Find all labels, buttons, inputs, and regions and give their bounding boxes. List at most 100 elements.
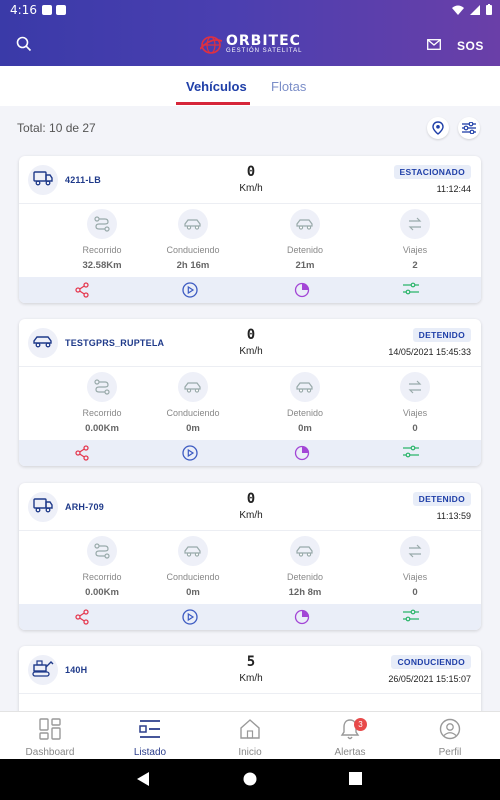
- sliders-icon: [403, 445, 419, 463]
- nav-perfil[interactable]: Perfil: [400, 718, 500, 758]
- status-time: 14/05/2021 15:45:33: [388, 347, 471, 357]
- share-icon: [74, 445, 90, 465]
- system-status-icons: [452, 4, 492, 15]
- speed-unit: Km/h: [239, 346, 263, 357]
- driving-car-icon: [178, 372, 208, 402]
- home-icon: [240, 719, 260, 739]
- speed-unit: Km/h: [239, 183, 263, 194]
- vehicle-card[interactable]: 4211-LB 0 Km/h ESTACIONADO 11:12:44 Recorrido…: [19, 156, 481, 303]
- card-divider: [19, 693, 481, 694]
- share-button[interactable]: [74, 282, 90, 298]
- active-tab-indicator: [176, 102, 250, 105]
- vehicle-avatar: [28, 655, 58, 685]
- vehicle-speed: 0: [246, 164, 256, 180]
- profile-icon: [439, 718, 461, 740]
- tab-flotas[interactable]: Flotas: [271, 79, 306, 94]
- nav-dashboard[interactable]: Dashboard: [0, 718, 100, 758]
- nav-listado[interactable]: Listado: [100, 718, 200, 758]
- status-time: 4:16: [10, 3, 37, 17]
- card-actions: [19, 604, 481, 630]
- play-icon: [182, 609, 198, 629]
- trips-icon: [400, 209, 430, 239]
- metric-value: 0m: [186, 587, 200, 598]
- brand-name: ORBITEC: [226, 33, 301, 49]
- system-navigation-bar: [0, 759, 500, 800]
- home-circle-icon[interactable]: [243, 772, 257, 786]
- driving-car-icon: [178, 209, 208, 239]
- vehicle-card[interactable]: ARH-709 0 Km/h DETENIDO 11:13:59 Recorrido 0.0…: [19, 483, 481, 630]
- metric-value: 0m: [298, 423, 312, 434]
- tab-vehiculos[interactable]: Vehículos: [186, 79, 247, 94]
- vehicle-plate: 4211-LB: [65, 175, 101, 185]
- nav-label: Alertas: [334, 747, 366, 758]
- metric-label: Detenido: [286, 245, 324, 255]
- metric-label: Recorrido: [82, 245, 122, 255]
- vehicle-avatar: [28, 328, 58, 358]
- trips-icon: [400, 372, 430, 402]
- search-icon[interactable]: [16, 36, 32, 52]
- status-time: 11:12:44: [436, 184, 471, 194]
- metric-recorrido: Recorrido 0.00Km: [52, 536, 152, 598]
- bottom-nav: Dashboard Listado Inicio 3 Alertas Perfi…: [0, 711, 500, 759]
- replay-button[interactable]: [182, 282, 198, 298]
- share-button[interactable]: [74, 609, 90, 625]
- machinery-icon: [32, 659, 54, 682]
- metric-value: 12h 8m: [288, 587, 322, 598]
- metric-conduciendo: Conduciendo 2h 16m: [143, 209, 243, 271]
- metric-label: Recorrido: [82, 572, 122, 582]
- nav-label: Dashboard: [25, 747, 75, 758]
- metric-recorrido: Recorrido 0.00Km: [52, 372, 152, 434]
- speed-unit: Km/h: [239, 673, 263, 684]
- settings-button[interactable]: [403, 609, 419, 625]
- vehicle-plate: 140H: [65, 665, 88, 675]
- replay-button[interactable]: [182, 609, 198, 625]
- sos-button[interactable]: SOS: [457, 39, 484, 53]
- metric-label: Detenido: [286, 408, 324, 418]
- map-view-button[interactable]: [427, 117, 449, 139]
- recents-icon[interactable]: [349, 772, 362, 785]
- metric-value: 32.58Km: [82, 260, 122, 271]
- nav-alertas[interactable]: 3 Alertas: [300, 718, 400, 758]
- trips-icon: [400, 536, 430, 566]
- metric-label: Viajes: [402, 408, 428, 418]
- vehicle-plate: ARH-709: [65, 502, 104, 512]
- vehicle-card[interactable]: TESTGPRS_RUPTELA 0 Km/h DETENIDO 14/05/2021 …: [19, 319, 481, 466]
- brand-logo: ORBITEC GESTIÓN SATELITAL: [200, 34, 302, 55]
- wifi-icon: [452, 5, 464, 15]
- filter-button[interactable]: [458, 117, 480, 139]
- replay-button[interactable]: [182, 445, 198, 461]
- status-bar: 4:16: [0, 0, 500, 22]
- pie-chart-icon: [294, 445, 310, 465]
- mail-icon[interactable]: [427, 39, 441, 50]
- total-count: Total: 10 de 27: [17, 121, 96, 135]
- driving-car-icon: [178, 536, 208, 566]
- share-button[interactable]: [74, 445, 90, 461]
- metric-label: Viajes: [402, 572, 428, 582]
- route-icon: [87, 372, 117, 402]
- report-button[interactable]: [294, 445, 310, 461]
- stopped-car-icon: [290, 209, 320, 239]
- metric-value: 0: [412, 423, 418, 434]
- sliders-icon: [462, 122, 476, 134]
- vehicle-plate: TESTGPRS_RUPTELA: [65, 338, 165, 348]
- settings-button[interactable]: [403, 445, 419, 461]
- metric-conduciendo: Conduciendo 0m: [143, 536, 243, 598]
- nav-label: Inicio: [238, 747, 262, 758]
- nav-label: Perfil: [438, 747, 462, 758]
- settings-button[interactable]: [403, 282, 419, 298]
- share-icon: [74, 609, 90, 629]
- report-button[interactable]: [294, 282, 310, 298]
- share-icon: [74, 282, 90, 302]
- metric-label: Viajes: [402, 245, 428, 255]
- app-bar: ORBITEC GESTIÓN SATELITAL SOS: [0, 22, 500, 66]
- metric-value: 21m: [295, 260, 315, 271]
- metric-value: 2: [412, 260, 418, 271]
- route-icon: [87, 209, 117, 239]
- speed-unit: Km/h: [239, 510, 263, 521]
- nav-inicio[interactable]: Inicio: [200, 718, 300, 758]
- back-icon[interactable]: [137, 772, 151, 786]
- report-button[interactable]: [294, 609, 310, 625]
- play-icon: [182, 445, 198, 465]
- status-time: 11:13:59: [436, 511, 471, 521]
- brand-subtitle: GESTIÓN SATELITAL: [226, 48, 303, 54]
